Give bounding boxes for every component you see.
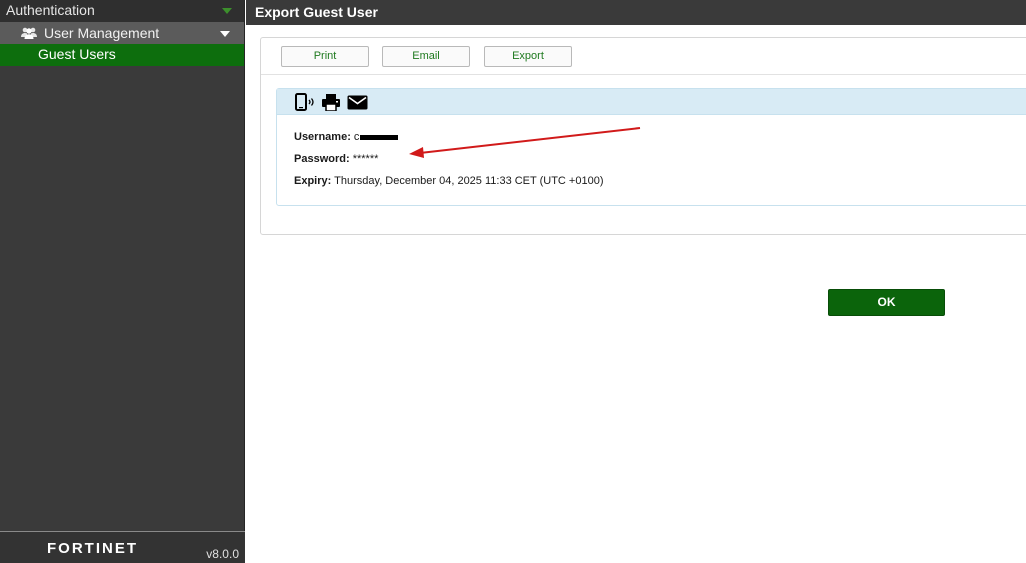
- svg-text:FORTINET: FORTINET: [47, 540, 138, 554]
- users-icon: [21, 27, 37, 39]
- version-label: v8.0.0: [206, 547, 239, 561]
- nav-guest-users-label: Guest Users: [38, 46, 116, 62]
- username-row: Username: c: [294, 129, 1026, 151]
- nav-guest-users[interactable]: Guest Users: [0, 44, 244, 66]
- print-button[interactable]: Print: [281, 46, 369, 67]
- envelope-icon[interactable]: [347, 95, 368, 110]
- username-label: Username:: [294, 131, 351, 143]
- password-value: ******: [352, 153, 379, 165]
- export-toolbar: Print Email Export: [261, 38, 1026, 75]
- sidebar: Authentication User Management Guest Use…: [0, 0, 245, 563]
- expiry-row: Expiry: Thursday, December 04, 2025 11:3…: [294, 173, 1026, 195]
- printer-icon[interactable]: [321, 93, 341, 111]
- expiry-label: Expiry:: [294, 175, 332, 187]
- export-button[interactable]: Export: [484, 46, 572, 67]
- chevron-down-icon: [222, 8, 232, 14]
- username-value: c: [353, 131, 360, 143]
- card-icons: [295, 93, 368, 111]
- ok-button[interactable]: OK: [828, 289, 945, 316]
- fortinet-logo: FORTINET: [47, 540, 138, 554]
- redaction-bar: [360, 134, 399, 140]
- card-body: Username: c Password: ****** Expiry: Thu…: [277, 115, 1026, 195]
- guest-credentials-card: Username: c Password: ****** Expiry: Thu…: [276, 88, 1026, 206]
- app: Authentication User Management Guest Use…: [0, 0, 1026, 563]
- nav-authentication[interactable]: Authentication: [0, 0, 244, 22]
- dialog-title: Export Guest User: [246, 0, 1026, 25]
- export-panel: Print Email Export Username: c Password:…: [260, 37, 1026, 235]
- mobile-sms-icon[interactable]: [295, 93, 315, 111]
- nav-authentication-label: Authentication: [6, 2, 95, 18]
- sidebar-footer: FORTINET v8.0.0: [0, 531, 245, 563]
- nav-user-management-label: User Management: [44, 25, 160, 41]
- password-label: Password:: [294, 153, 350, 165]
- password-row: Password: ******: [294, 151, 1026, 173]
- card-header: [277, 89, 1026, 115]
- expiry-value: Thursday, December 04, 2025 11:33 CET (U…: [334, 175, 604, 187]
- dialog: Export Guest User Print Email Export Use…: [246, 0, 1026, 563]
- email-button[interactable]: Email: [382, 46, 470, 67]
- nav-user-management[interactable]: User Management: [0, 22, 244, 44]
- chevron-down-icon: [220, 31, 230, 37]
